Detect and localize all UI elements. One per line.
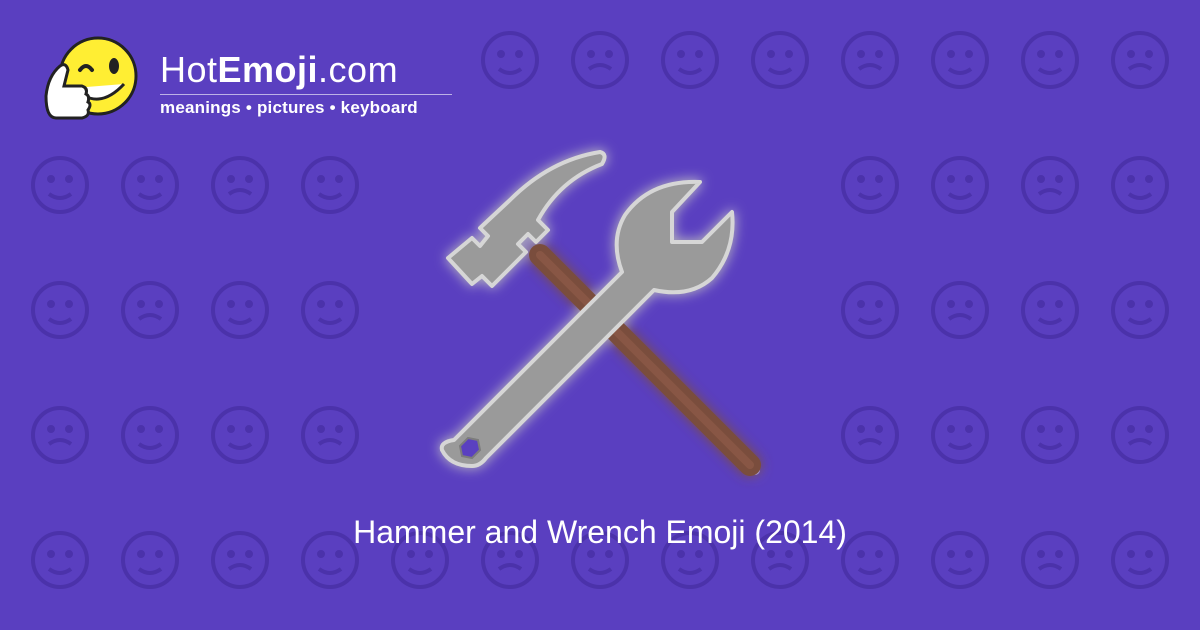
pattern-emoji-icon bbox=[301, 406, 359, 464]
pattern-emoji-icon bbox=[841, 406, 899, 464]
site-name-bold: Emoji bbox=[217, 49, 319, 90]
pattern-emoji-icon bbox=[751, 31, 809, 89]
pattern-emoji-icon bbox=[1021, 31, 1079, 89]
site-header[interactable]: HotEmoji.com meanings • pictures • keybo… bbox=[40, 36, 470, 136]
pattern-emoji-icon bbox=[211, 406, 269, 464]
pattern-emoji-icon bbox=[481, 31, 539, 89]
pattern-emoji-icon bbox=[31, 156, 89, 214]
site-tagline: meanings • pictures • keyboard bbox=[160, 98, 418, 117]
emoji-caption: Hammer and Wrench Emoji (2014) bbox=[353, 514, 847, 550]
site-name[interactable]: HotEmoji.com bbox=[160, 50, 398, 90]
pattern-emoji-icon bbox=[1111, 31, 1169, 89]
pattern-emoji-icon bbox=[211, 281, 269, 339]
pattern-emoji-icon bbox=[931, 281, 989, 339]
header-divider bbox=[160, 94, 452, 95]
pattern-emoji-icon bbox=[661, 31, 719, 89]
pattern-emoji-icon bbox=[931, 156, 989, 214]
pattern-emoji-icon bbox=[571, 31, 629, 89]
pattern-emoji-icon bbox=[301, 156, 359, 214]
pattern-emoji-icon bbox=[1021, 156, 1079, 214]
pattern-emoji-icon bbox=[931, 31, 989, 89]
pattern-emoji-icon bbox=[1111, 156, 1169, 214]
pattern-emoji-icon bbox=[931, 406, 989, 464]
pattern-emoji-icon bbox=[1111, 281, 1169, 339]
pattern-emoji-icon bbox=[31, 281, 89, 339]
site-name-suffix: .com bbox=[318, 49, 399, 90]
pattern-emoji-icon bbox=[121, 156, 179, 214]
site-name-prefix: Hot bbox=[160, 49, 218, 90]
pattern-emoji-icon bbox=[121, 281, 179, 339]
pattern-emoji-icon bbox=[211, 156, 269, 214]
pattern-emoji-icon bbox=[841, 31, 899, 89]
pattern-emoji-icon bbox=[1021, 406, 1079, 464]
pattern-emoji-icon bbox=[31, 406, 89, 464]
hammer-head bbox=[446, 150, 607, 288]
pattern-emoji-icon bbox=[121, 406, 179, 464]
hammer-and-wrench-icon bbox=[439, 150, 761, 476]
pattern-emoji-icon bbox=[841, 281, 899, 339]
pattern-emoji-icon bbox=[301, 281, 359, 339]
pattern-emoji-icon bbox=[841, 156, 899, 214]
pattern-emoji-icon bbox=[1111, 406, 1169, 464]
thumbs-up-winking-face-icon bbox=[44, 36, 138, 120]
pattern-emoji-icon bbox=[1021, 281, 1079, 339]
